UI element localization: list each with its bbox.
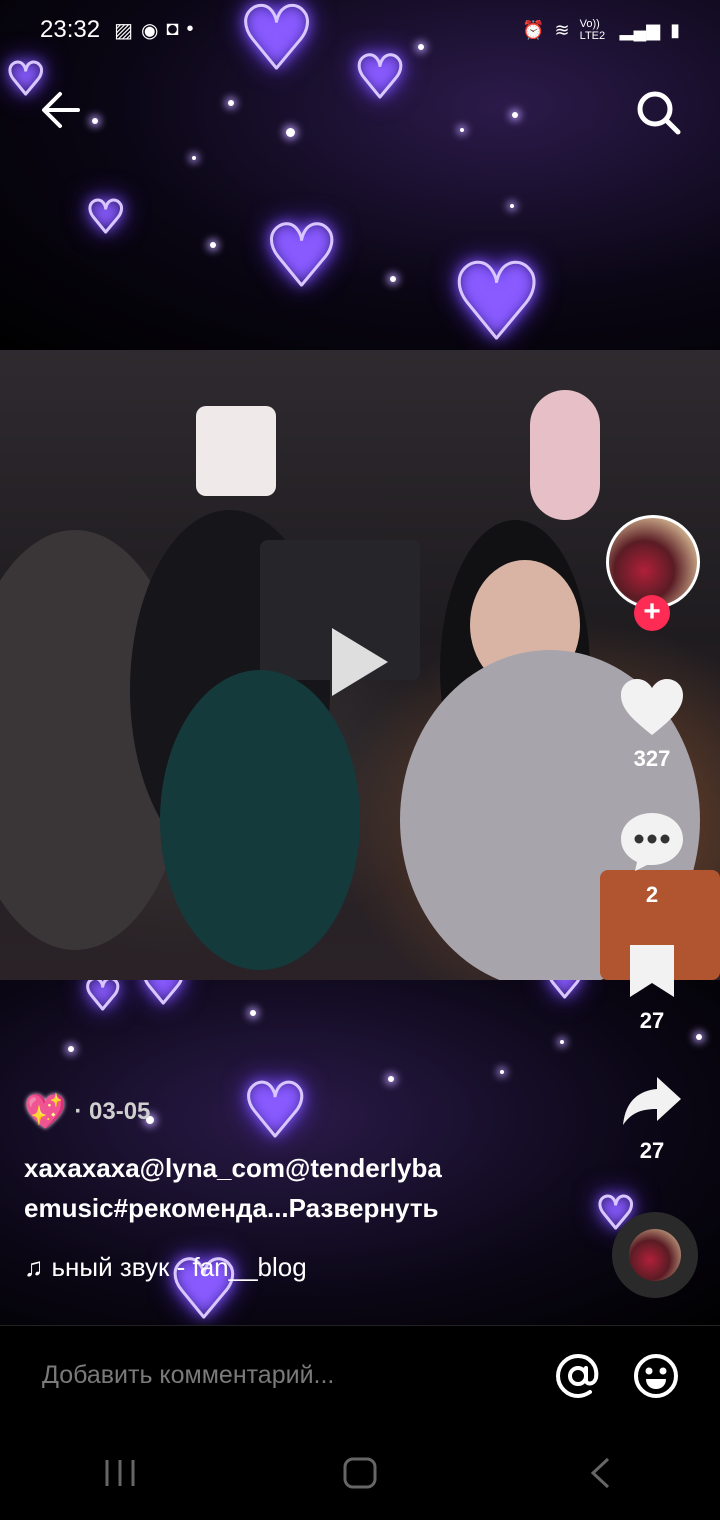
post-date: · 03-05 xyxy=(74,1098,151,1125)
signal-icon: ▂▄▆ xyxy=(619,19,661,40)
music-title: ьный звук - fan__blog xyxy=(51,1252,307,1282)
expand-link[interactable]: Развернуть xyxy=(289,1193,439,1223)
comment-icon xyxy=(621,813,683,871)
plus-icon[interactable]: + xyxy=(634,595,670,631)
video-frame-figure xyxy=(530,390,600,520)
volte-icon: Vo)) LTE2 xyxy=(579,18,606,42)
fingerprint-icon: ◉ xyxy=(140,19,159,42)
play-icon[interactable] xyxy=(332,628,388,696)
star-decoration xyxy=(210,242,216,248)
top-navigation xyxy=(0,82,720,142)
bookmark-icon xyxy=(630,945,674,997)
music-info[interactable]: ♫ ьный звук - fan__blog xyxy=(24,1252,604,1283)
recents-icon[interactable] xyxy=(90,1448,150,1498)
alarm-icon: ⏰ xyxy=(522,19,545,40)
home-icon[interactable] xyxy=(330,1448,390,1498)
heart-decoration: ♥ xyxy=(84,192,126,243)
star-decoration xyxy=(560,1040,564,1044)
heart-decoration: ♥ xyxy=(83,980,124,1019)
music-note-icon: ♫ xyxy=(24,1252,44,1282)
heart-decoration: ♥ xyxy=(139,980,189,1016)
video-frame-figure xyxy=(160,670,360,970)
image-icon: ▨ xyxy=(114,19,133,42)
like-count: 327 xyxy=(633,746,671,771)
search-icon[interactable] xyxy=(634,88,684,138)
emoji-icon[interactable] xyxy=(632,1352,680,1400)
comment-bar xyxy=(0,1325,720,1425)
video-frame-figure xyxy=(196,406,276,496)
comment-button[interactable]: 2 xyxy=(606,811,698,908)
status-bar: 23:32 ▨ ◉ ◘ • ⏰ ≋ Vo)) LTE2 ▂▄▆ ▮ xyxy=(0,0,720,60)
system-navigation-bar xyxy=(0,1425,720,1520)
heart-decoration: ♥ xyxy=(262,207,340,305)
heart-icon xyxy=(621,679,683,735)
like-button[interactable]: 327 xyxy=(606,677,698,772)
comment-count: 2 xyxy=(645,882,659,907)
star-decoration xyxy=(390,276,396,282)
star-decoration xyxy=(510,204,514,208)
instagram-icon: ◘ xyxy=(166,17,179,40)
music-disc[interactable] xyxy=(612,1212,698,1298)
star-decoration xyxy=(68,1046,74,1052)
comment-input[interactable] xyxy=(40,1360,524,1391)
share-count: 27 xyxy=(639,1138,665,1163)
battery-icon: ▮ xyxy=(670,19,680,40)
star-decoration xyxy=(696,1034,702,1040)
dot-icon: • xyxy=(186,17,194,40)
music-cover xyxy=(629,1229,681,1281)
star-decoration xyxy=(388,1076,394,1082)
description-line-1: хахахаха@lyna_com@tenderlyba xyxy=(24,1153,442,1183)
status-icons-right: ⏰ ≋ Vo)) LTE2 ▂▄▆ ▮ xyxy=(522,18,680,42)
favorite-button[interactable]: 27 xyxy=(606,943,698,1034)
author-meta[interactable]: 💖 · 03-05 xyxy=(24,1092,604,1132)
heart-decoration: ♥ xyxy=(545,980,586,1007)
status-time: 23:32 xyxy=(40,16,101,43)
arrow-left-icon[interactable] xyxy=(40,82,90,138)
at-icon[interactable] xyxy=(554,1352,602,1400)
video-description[interactable]: хахахаха@lyna_com@tenderlyba emusic#реко… xyxy=(24,1148,604,1228)
status-icons-left: ▨ ◉ ◘ • xyxy=(114,18,193,43)
description-line-2: emusic#рекоменда... xyxy=(24,1193,289,1223)
share-icon xyxy=(623,1077,681,1125)
video-caption: 💖 · 03-05 хахахаха@lyna_com@tenderlyba e… xyxy=(24,1092,604,1283)
back-chevron-icon[interactable] xyxy=(570,1448,630,1498)
share-button[interactable]: 27 xyxy=(606,1073,698,1164)
star-decoration xyxy=(192,156,196,160)
sparkling-heart-icon: 💖 xyxy=(24,1093,67,1131)
star-decoration xyxy=(250,1010,256,1016)
star-decoration xyxy=(500,1070,504,1074)
heart-decoration: ♥ xyxy=(448,241,544,351)
wifi-icon: ≋ xyxy=(554,19,570,40)
favorite-count: 27 xyxy=(639,1008,665,1033)
